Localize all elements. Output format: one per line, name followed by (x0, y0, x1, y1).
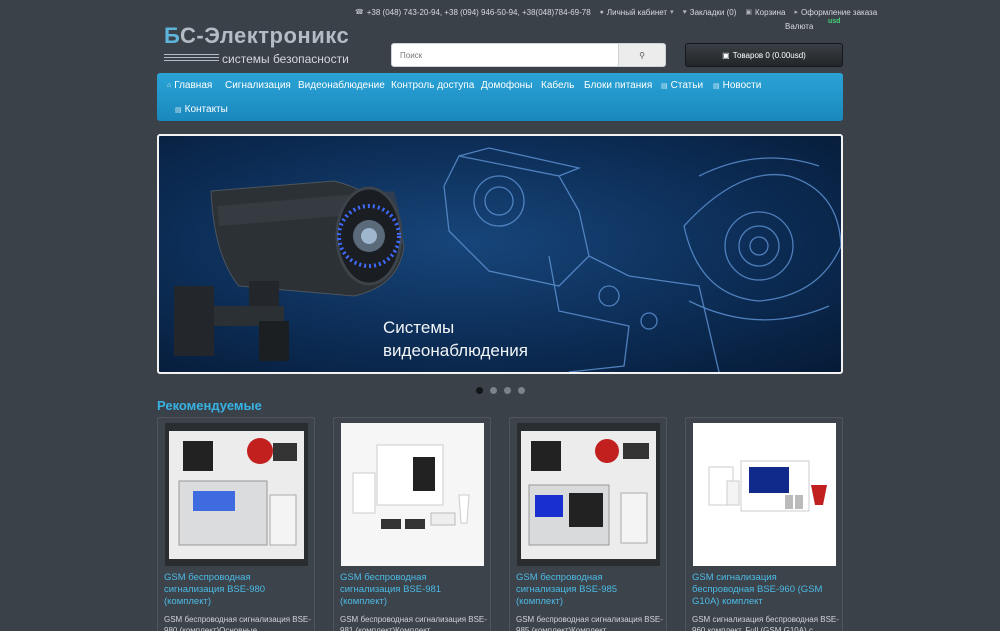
cart-button[interactable]: ▣ Товаров 0 (0.00usd) (685, 43, 843, 67)
search-icon: ⚲ (639, 50, 645, 60)
main-menu: ⌂ Главная Сигнализация Видеонаблюдение Ко… (157, 73, 843, 121)
menu-item-intercoms[interactable]: Домофоны (481, 80, 532, 91)
search-button[interactable]: ⚲ (619, 43, 666, 67)
slider-dot[interactable] (476, 387, 483, 394)
phone-icon: ☎ (355, 9, 364, 16)
phones-text: +38 (048) 743-20-94, +38 (094) 946-50-94… (366, 7, 591, 17)
product-card[interactable]: GSM беспроводная сигнализация BSE-980 (к… (157, 417, 315, 631)
currency-selector[interactable]: Валюта usd (785, 18, 840, 31)
banner-caption-line2: видеонаблюдения (383, 341, 528, 360)
banner-caption: Системы видеонаблюдения (383, 316, 528, 362)
menu-item-power-supplies[interactable]: Блоки питания (584, 80, 652, 91)
caret-down-icon: ▾ (670, 9, 674, 16)
home-icon: ⌂ (167, 82, 172, 89)
currency-label: Валюта (785, 22, 814, 31)
news-icon: ▤ (713, 82, 720, 90)
search-bar: ⚲ (391, 43, 666, 67)
product-description: GSM беспроводная сигнализация BSE-981 (к… (340, 615, 487, 631)
product-photo (341, 423, 484, 566)
user-icon: ● (599, 8, 604, 16)
share-icon: ▸ (794, 9, 799, 16)
menu-item-articles[interactable]: ▤ Статьи (661, 80, 703, 91)
heart-icon: ♥ (682, 8, 687, 16)
phones: ☎ +38 (048) 743-20-94, +38 (094) 946-50-9… (355, 5, 591, 19)
product-image[interactable] (341, 423, 484, 566)
menu-item-label: Видеонаблюдение (298, 80, 385, 91)
product-name[interactable]: GSM беспроводная сигнализация BSE-980 (к… (164, 572, 312, 608)
cart-icon: ▣ (745, 9, 753, 16)
product-description: GSM беспроводная сигнализация BSE-980 (к… (164, 615, 311, 631)
logo-first-letter: Б (164, 23, 181, 48)
product-card[interactable]: GSM сигнализация беспроводная BSE-960 (G… (685, 417, 843, 631)
product-card[interactable]: GSM беспроводная сигнализация BSE-981 (к… (333, 417, 491, 631)
top-links-bar: ☎ +38 (048) 743-20-94, +38 (094) 946-50-9… (355, 5, 877, 19)
bookmarks-link[interactable]: ♥ Закладки (0) (683, 5, 737, 19)
currency-value[interactable]: usd (828, 18, 840, 25)
article-icon: ▤ (661, 82, 668, 90)
menu-item-label: Новости (722, 80, 762, 91)
product-image[interactable] (693, 423, 836, 566)
contacts-icon: ▤ (175, 106, 182, 114)
search-input[interactable] (391, 43, 619, 67)
checkout-text: Оформление заказа (801, 7, 878, 17)
bookmarks-text: Закладки (0) (689, 7, 737, 17)
menu-item-label: Сигнализация (225, 80, 291, 91)
product-description: GSM беспроводная сигнализация BSE-985 (к… (516, 615, 663, 631)
logo-tagline: системы безопасности (222, 52, 349, 66)
cart-button-label: Товаров 0 (0.00usd) (732, 50, 806, 60)
menu-item-label: Главная (174, 80, 213, 91)
slider-dot[interactable] (504, 387, 511, 394)
slider-dot[interactable] (490, 387, 497, 394)
menu-item-label: Статьи (670, 80, 704, 91)
recommended-heading: Рекомендуемые (157, 398, 262, 413)
product-name[interactable]: GSM сигнализация беспроводная BSE-960 (G… (692, 572, 840, 608)
menu-item-label: Кабель (541, 80, 575, 91)
banner-caption-line1: Системы (383, 318, 455, 337)
account-link[interactable]: ● Личный кабинет ▾ (600, 5, 674, 19)
menu-item-label: Блоки питания (584, 80, 653, 91)
cart-text: Корзина (755, 7, 786, 17)
menu-item-contacts[interactable]: ▤ Контакты (175, 104, 228, 115)
logo-title: БС-Электроникс (164, 23, 364, 49)
product-photo (165, 423, 308, 566)
product-description: GSM сигнализация беспроводная BSE-960 ко… (692, 615, 839, 631)
cart-icon: ▣ (722, 50, 730, 60)
hero-slider[interactable]: Системы видеонаблюдения (157, 134, 843, 374)
checkout-link[interactable]: ▸ Оформление заказа (795, 5, 878, 19)
logo-stripes (164, 54, 219, 63)
menu-item-cctv[interactable]: Видеонаблюдение (298, 80, 385, 91)
product-photo (693, 423, 836, 566)
product-image[interactable] (165, 423, 308, 566)
site-logo[interactable]: БС-Электроникс системы безопасности (164, 23, 364, 68)
menu-item-label: Домофоны (481, 80, 533, 91)
menu-item-cable[interactable]: Кабель (541, 80, 574, 91)
menu-item-access-control[interactable]: Контроль доступа (391, 80, 474, 91)
product-image[interactable] (517, 423, 660, 566)
menu-item-label: Контроль доступа (391, 80, 475, 91)
slider-dot[interactable] (518, 387, 525, 394)
menu-item-news[interactable]: ▤ Новости (713, 80, 761, 91)
logo-title-rest: С-Электроникс (180, 23, 350, 48)
account-text: Личный кабинет (606, 7, 668, 17)
product-name[interactable]: GSM беспроводная сигнализация BSE-985 (к… (516, 572, 664, 608)
menu-item-alarm[interactable]: Сигнализация (225, 80, 291, 91)
menu-item-label: Контакты (184, 104, 228, 115)
slider-pagination (476, 387, 525, 394)
product-card[interactable]: GSM беспроводная сигнализация BSE-985 (к… (509, 417, 667, 631)
menu-item-home[interactable]: ⌂ Главная (167, 80, 212, 91)
cart-link[interactable]: ▣ Корзина (745, 5, 785, 19)
product-photo (517, 423, 660, 566)
product-name[interactable]: GSM беспроводная сигнализация BSE-981 (к… (340, 572, 488, 608)
